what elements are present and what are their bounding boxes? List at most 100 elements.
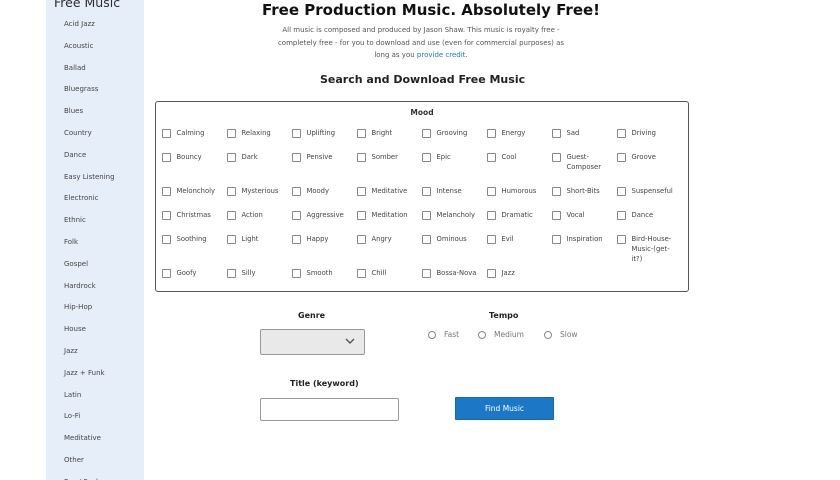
mood-checkbox[interactable]	[162, 235, 171, 244]
mood-option[interactable]: Meditation	[357, 210, 420, 220]
mood-checkbox[interactable]	[357, 235, 366, 244]
mood-option[interactable]: Epic	[422, 152, 485, 162]
mood-checkbox[interactable]	[617, 153, 626, 162]
mood-option[interactable]: Christmas	[162, 210, 225, 220]
mood-checkbox[interactable]	[162, 129, 171, 138]
sidebar-item[interactable]: Hardrock	[64, 281, 115, 303]
mood-option[interactable]: Moody	[292, 186, 355, 196]
mood-checkbox[interactable]	[487, 235, 496, 244]
mood-option[interactable]: Meditative	[357, 186, 420, 196]
mood-checkbox[interactable]	[162, 211, 171, 220]
sidebar-item[interactable]: Lo-Fi	[64, 411, 115, 433]
find-music-button[interactable]: Find Music	[455, 397, 554, 420]
mood-checkbox[interactable]	[552, 153, 561, 162]
mood-checkbox[interactable]	[227, 187, 236, 196]
sidebar-item[interactable]: Bluegrass	[64, 84, 115, 106]
mood-checkbox[interactable]	[292, 235, 301, 244]
mood-option[interactable]: Soothing	[162, 234, 225, 244]
mood-checkbox[interactable]	[552, 129, 561, 138]
mood-checkbox[interactable]	[162, 187, 171, 196]
mood-checkbox[interactable]	[422, 153, 431, 162]
sidebar-item[interactable]: Country	[64, 128, 115, 150]
mood-option[interactable]: Driving	[617, 128, 680, 138]
mood-checkbox[interactable]	[227, 269, 236, 278]
mood-option[interactable]: Sad	[552, 128, 615, 138]
mood-checkbox[interactable]	[357, 129, 366, 138]
tempo-radio-slow[interactable]	[544, 330, 552, 339]
mood-option[interactable]: Ominous	[422, 234, 485, 244]
mood-checkbox[interactable]	[162, 153, 171, 162]
mood-checkbox[interactable]	[552, 187, 561, 196]
mood-option[interactable]: Bright	[357, 128, 420, 138]
mood-checkbox[interactable]	[227, 235, 236, 244]
mood-option[interactable]: Light	[227, 234, 290, 244]
mood-checkbox[interactable]	[357, 153, 366, 162]
mood-option[interactable]: Somber	[357, 152, 420, 162]
keyword-input[interactable]	[260, 398, 399, 421]
sidebar-item[interactable]: Dance	[64, 150, 115, 172]
mood-option[interactable]: Bouncy	[162, 152, 225, 162]
sidebar-item[interactable]: Meditative	[64, 433, 115, 455]
mood-checkbox[interactable]	[357, 187, 366, 196]
mood-option[interactable]: Chill	[357, 268, 420, 278]
mood-option[interactable]: Guest-Composer	[552, 152, 615, 172]
sidebar-item[interactable]: Ballad	[64, 63, 115, 85]
mood-option[interactable]: Inspiration	[552, 234, 615, 244]
tempo-option-fast[interactable]: Fast	[428, 330, 459, 339]
mood-option[interactable]: Suspenseful	[617, 186, 680, 196]
tempo-option-medium[interactable]: Medium	[478, 330, 524, 339]
mood-checkbox[interactable]	[292, 129, 301, 138]
mood-option[interactable]: Bird-House-Music-(get-it?)	[617, 234, 680, 264]
tempo-radio-medium[interactable]	[478, 330, 486, 339]
mood-option[interactable]: Mysterious	[227, 186, 290, 196]
mood-option[interactable]: Bossa-Nova	[422, 268, 485, 278]
tempo-option-slow[interactable]: Slow	[544, 330, 578, 339]
sidebar-item[interactable]: Acid Jazz	[64, 19, 115, 41]
mood-option[interactable]: Silly	[227, 268, 290, 278]
mood-checkbox[interactable]	[162, 269, 171, 278]
mood-option[interactable]: Pensive	[292, 152, 355, 162]
sidebar-item[interactable]: Jazz	[64, 346, 115, 368]
genre-select[interactable]	[260, 329, 365, 355]
mood-option[interactable]: Dramatic	[487, 210, 550, 220]
mood-checkbox[interactable]	[487, 211, 496, 220]
mood-option[interactable]: Humorous	[487, 186, 550, 196]
mood-checkbox[interactable]	[487, 129, 496, 138]
sidebar-item[interactable]: Hip-Hop	[64, 302, 115, 324]
mood-option[interactable]: Goofy	[162, 268, 225, 278]
mood-checkbox[interactable]	[617, 187, 626, 196]
mood-option[interactable]: Happy	[292, 234, 355, 244]
mood-option[interactable]: Relaxing	[227, 128, 290, 138]
sidebar-item[interactable]: Easy Listening	[64, 172, 115, 194]
mood-option[interactable]: Jazz	[487, 268, 550, 278]
mood-option[interactable]: Short-Bits	[552, 186, 615, 196]
mood-checkbox[interactable]	[292, 187, 301, 196]
mood-checkbox[interactable]	[227, 211, 236, 220]
mood-checkbox[interactable]	[617, 211, 626, 220]
mood-checkbox[interactable]	[357, 211, 366, 220]
mood-checkbox[interactable]	[487, 269, 496, 278]
mood-option[interactable]: Grooving	[422, 128, 485, 138]
mood-option[interactable]: Angry	[357, 234, 420, 244]
tempo-radio-fast[interactable]	[428, 330, 436, 339]
mood-checkbox[interactable]	[422, 187, 431, 196]
mood-checkbox[interactable]	[422, 129, 431, 138]
sidebar-item[interactable]: Folk	[64, 237, 115, 259]
sidebar-item[interactable]: Other	[64, 455, 115, 477]
mood-checkbox[interactable]	[227, 129, 236, 138]
sidebar-item[interactable]: House	[64, 324, 115, 346]
mood-option[interactable]: Uplifting	[292, 128, 355, 138]
mood-checkbox[interactable]	[617, 235, 626, 244]
mood-option[interactable]: Smooth	[292, 268, 355, 278]
mood-checkbox[interactable]	[552, 211, 561, 220]
mood-checkbox[interactable]	[227, 153, 236, 162]
mood-checkbox[interactable]	[617, 129, 626, 138]
mood-checkbox[interactable]	[487, 187, 496, 196]
mood-option[interactable]: Calming	[162, 128, 225, 138]
mood-option[interactable]: Meloncholy	[162, 186, 225, 196]
mood-option[interactable]: Energy	[487, 128, 550, 138]
mood-option[interactable]: Cool	[487, 152, 550, 162]
mood-checkbox[interactable]	[292, 153, 301, 162]
sidebar-item[interactable]: Acoustic	[64, 41, 115, 63]
mood-option[interactable]: Action	[227, 210, 290, 220]
